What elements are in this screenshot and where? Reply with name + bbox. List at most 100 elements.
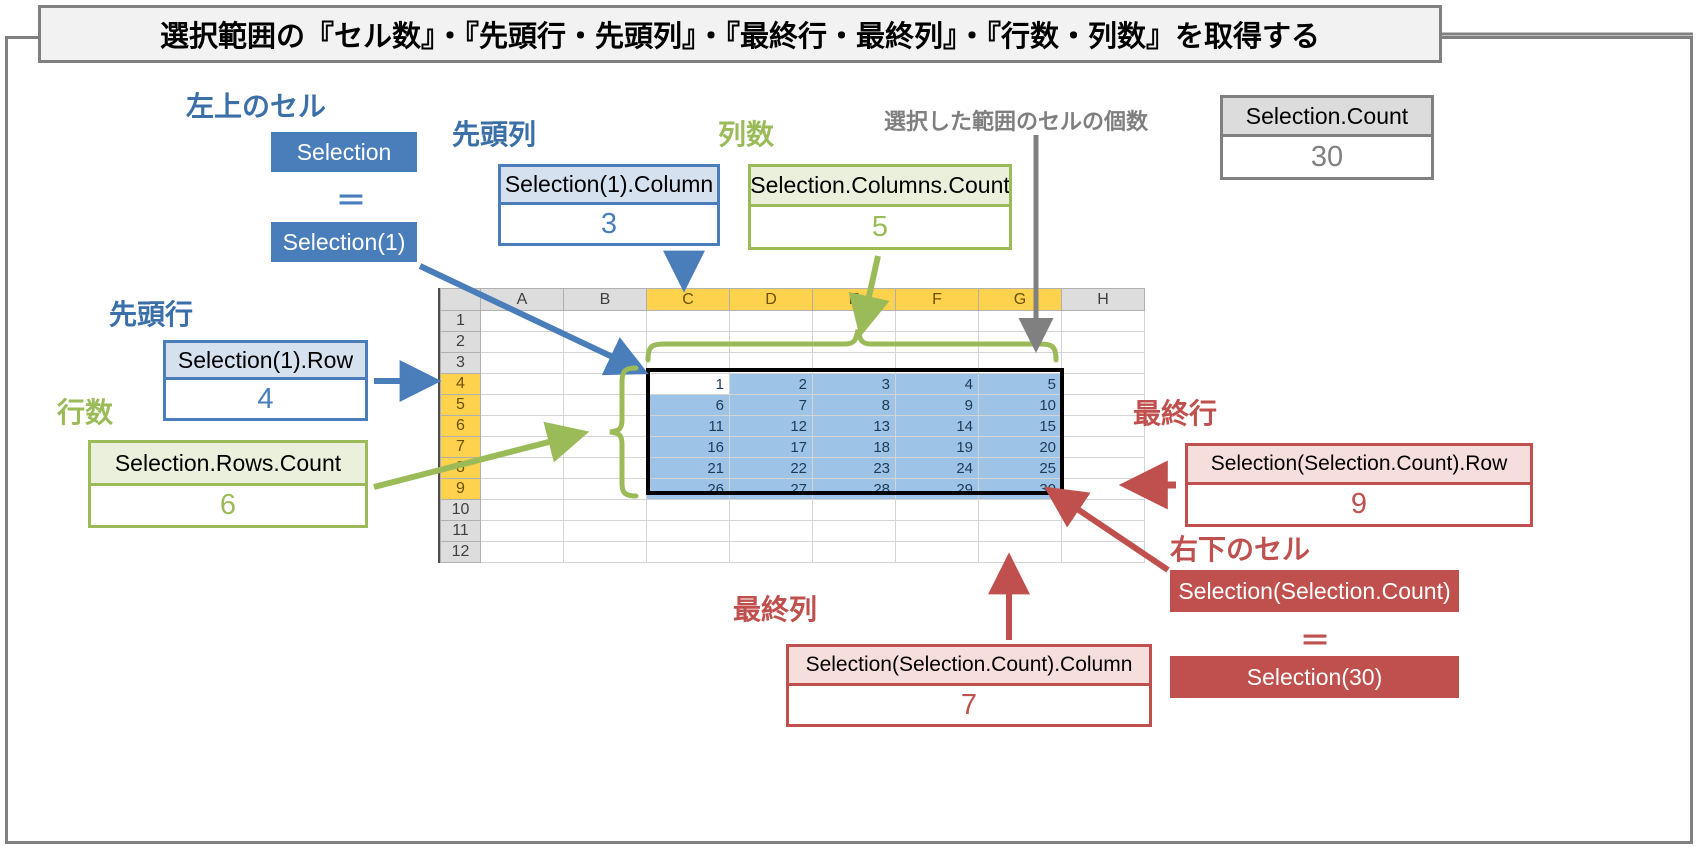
cell-F11[interactable] — [895, 520, 979, 542]
cell-H8[interactable] — [1061, 457, 1145, 479]
cell-G7[interactable]: 20 — [978, 436, 1062, 458]
cell-A3[interactable] — [480, 352, 564, 374]
cell-C9[interactable]: 26 — [646, 478, 730, 500]
cell-E1[interactable] — [812, 310, 896, 332]
cell-C6[interactable]: 11 — [646, 415, 730, 437]
cell-H7[interactable] — [1061, 436, 1145, 458]
cell-B8[interactable] — [563, 457, 647, 479]
selection-fill-handle[interactable] — [1060, 491, 1069, 500]
cell-B4[interactable] — [563, 373, 647, 395]
cell-D6[interactable]: 12 — [729, 415, 813, 437]
row-header-9[interactable]: 9 — [440, 478, 481, 500]
cell-A10[interactable] — [480, 499, 564, 521]
cell-H12[interactable] — [1061, 541, 1145, 563]
cell-B6[interactable] — [563, 415, 647, 437]
cell-F5[interactable]: 9 — [895, 394, 979, 416]
column-header-d[interactable]: D — [729, 288, 813, 311]
column-header-e[interactable]: E — [812, 288, 896, 311]
cell-E11[interactable] — [812, 520, 896, 542]
cell-B1[interactable] — [563, 310, 647, 332]
column-header-a[interactable]: A — [480, 288, 564, 311]
cell-D12[interactable] — [729, 541, 813, 563]
cell-A1[interactable] — [480, 310, 564, 332]
cell-G3[interactable] — [978, 352, 1062, 374]
cell-C1[interactable] — [646, 310, 730, 332]
cell-F3[interactable] — [895, 352, 979, 374]
cell-G10[interactable] — [978, 499, 1062, 521]
sheet-corner-cell[interactable] — [440, 288, 481, 311]
column-header-g[interactable]: G — [978, 288, 1062, 311]
column-header-h[interactable]: H — [1061, 288, 1145, 311]
row-header-8[interactable]: 8 — [440, 457, 481, 479]
cell-D4[interactable]: 2 — [729, 373, 813, 395]
cell-F7[interactable]: 19 — [895, 436, 979, 458]
cell-D9[interactable]: 27 — [729, 478, 813, 500]
cell-C11[interactable] — [646, 520, 730, 542]
cell-A5[interactable] — [480, 394, 564, 416]
cell-G1[interactable] — [978, 310, 1062, 332]
cell-A7[interactable] — [480, 436, 564, 458]
row-header-4[interactable]: 4 — [440, 373, 481, 395]
cell-G4[interactable]: 5 — [978, 373, 1062, 395]
cell-C7[interactable]: 16 — [646, 436, 730, 458]
cell-A6[interactable] — [480, 415, 564, 437]
cell-D2[interactable] — [729, 331, 813, 353]
row-header-7[interactable]: 7 — [440, 436, 481, 458]
cell-D10[interactable] — [729, 499, 813, 521]
row-header-11[interactable]: 11 — [440, 520, 481, 542]
cell-H1[interactable] — [1061, 310, 1145, 332]
cell-B9[interactable] — [563, 478, 647, 500]
cell-C5[interactable]: 6 — [646, 394, 730, 416]
cell-B2[interactable] — [563, 331, 647, 353]
cell-G8[interactable]: 25 — [978, 457, 1062, 479]
cell-A12[interactable] — [480, 541, 564, 563]
sheet-table[interactable]: A B C D E F G H 1 2 3 4 1 2 3 4 5 5 6 7 8 9 10 6 11 12 13 14 15 7 16 17… — [440, 288, 1145, 563]
cell-H3[interactable] — [1061, 352, 1145, 374]
cell-F4[interactable]: 4 — [895, 373, 979, 395]
cell-F8[interactable]: 24 — [895, 457, 979, 479]
cell-G2[interactable] — [978, 331, 1062, 353]
cell-B10[interactable] — [563, 499, 647, 521]
cell-F9[interactable]: 29 — [895, 478, 979, 500]
row-header-2[interactable]: 2 — [440, 331, 481, 353]
cell-F1[interactable] — [895, 310, 979, 332]
cell-A8[interactable] — [480, 457, 564, 479]
cell-H10[interactable] — [1061, 499, 1145, 521]
row-header-5[interactable]: 5 — [440, 394, 481, 416]
cell-E8[interactable]: 23 — [812, 457, 896, 479]
column-header-c[interactable]: C — [646, 288, 730, 311]
cell-G6[interactable]: 15 — [978, 415, 1062, 437]
cell-E12[interactable] — [812, 541, 896, 563]
cell-C2[interactable] — [646, 331, 730, 353]
cell-E10[interactable] — [812, 499, 896, 521]
cell-G11[interactable] — [978, 520, 1062, 542]
cell-G5[interactable]: 10 — [978, 394, 1062, 416]
cell-B12[interactable] — [563, 541, 647, 563]
cell-D7[interactable]: 17 — [729, 436, 813, 458]
cell-D3[interactable] — [729, 352, 813, 374]
row-header-6[interactable]: 6 — [440, 415, 481, 437]
row-header-10[interactable]: 10 — [440, 499, 481, 521]
cell-H11[interactable] — [1061, 520, 1145, 542]
row-header-12[interactable]: 12 — [440, 541, 481, 563]
cell-F12[interactable] — [895, 541, 979, 563]
column-header-f[interactable]: F — [895, 288, 979, 311]
cell-B5[interactable] — [563, 394, 647, 416]
cell-G9[interactable]: 30 — [978, 478, 1062, 500]
column-header-b[interactable]: B — [563, 288, 647, 311]
cell-C8[interactable]: 21 — [646, 457, 730, 479]
cell-C10[interactable] — [646, 499, 730, 521]
cell-F2[interactable] — [895, 331, 979, 353]
cell-E9[interactable]: 28 — [812, 478, 896, 500]
cell-C4[interactable]: 1 — [646, 373, 730, 395]
cell-D8[interactable]: 22 — [729, 457, 813, 479]
row-header-3[interactable]: 3 — [440, 352, 481, 374]
cell-F10[interactable] — [895, 499, 979, 521]
cell-D5[interactable]: 7 — [729, 394, 813, 416]
excel-sheet[interactable]: A B C D E F G H 1 2 3 4 1 2 3 4 5 5 6 7 8 9 10 6 11 12 13 14 15 7 16 17… — [438, 288, 1145, 563]
cell-D1[interactable] — [729, 310, 813, 332]
cell-E7[interactable]: 18 — [812, 436, 896, 458]
cell-E4[interactable]: 3 — [812, 373, 896, 395]
cell-C3[interactable] — [646, 352, 730, 374]
cell-B7[interactable] — [563, 436, 647, 458]
